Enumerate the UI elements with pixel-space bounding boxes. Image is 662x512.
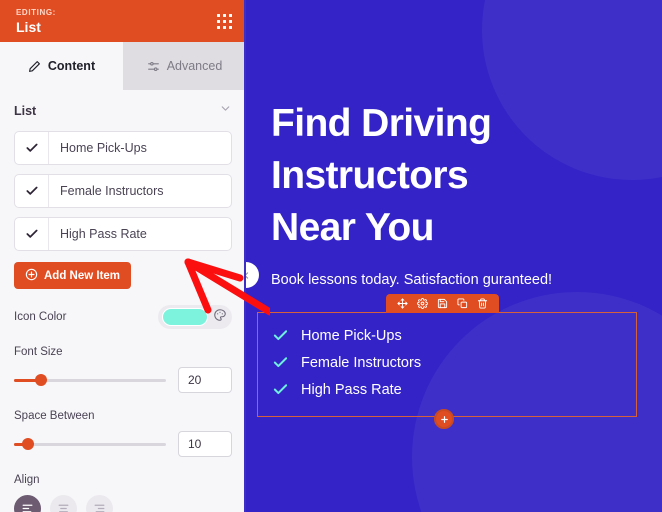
preview-list-label: Home Pick-Ups — [301, 327, 402, 344]
list-item-row[interactable]: Female Instructors — [14, 174, 232, 208]
space-between-control: Space Between — [14, 410, 232, 457]
align-options — [14, 495, 232, 512]
collapse-panel-button[interactable] — [246, 262, 259, 288]
list-block-selected[interactable]: Home Pick-Ups Female Instructors High Pa… — [257, 312, 637, 417]
check-icon — [272, 381, 289, 398]
font-size-control: Font Size — [14, 346, 232, 393]
icon-color-picker[interactable] — [158, 305, 232, 329]
font-size-input[interactable] — [178, 367, 232, 393]
preview-list-item: High Pass Rate — [272, 381, 636, 398]
panel-tabs: Content Advanced — [0, 42, 246, 90]
font-size-slider[interactable] — [14, 373, 166, 387]
panel-body: List Home Pick-Ups Female Instructors Hi… — [0, 90, 246, 512]
add-block-button[interactable] — [434, 409, 454, 429]
add-new-item-button[interactable]: Add New Item — [14, 262, 132, 289]
editing-label: EDITING: — [16, 7, 56, 17]
move-icon[interactable] — [397, 298, 408, 309]
align-center-button[interactable] — [50, 495, 77, 512]
add-new-item-label: Add New Item — [44, 269, 121, 282]
tab-content-label: Content — [47, 59, 96, 73]
check-icon[interactable] — [15, 175, 49, 207]
section-title: List — [14, 104, 37, 118]
preview-list-label: High Pass Rate — [301, 381, 402, 398]
list-item-label[interactable]: High Pass Rate — [49, 218, 231, 250]
list-items-group: Home Pick-Ups Female Instructors High Pa… — [14, 131, 232, 251]
block-toolbar — [386, 294, 499, 313]
panel-header: EDITING: List — [0, 0, 246, 42]
editing-info: EDITING: List — [16, 7, 56, 35]
check-icon — [272, 354, 289, 371]
editing-title: List — [16, 18, 41, 35]
palette-icon[interactable] — [213, 308, 227, 327]
list-item-label[interactable]: Female Instructors — [49, 175, 231, 207]
space-between-slider[interactable] — [14, 437, 166, 451]
check-icon[interactable] — [15, 132, 49, 164]
pencil-icon — [28, 60, 41, 73]
align-control: Align — [14, 474, 232, 512]
list-item-row[interactable]: Home Pick-Ups — [14, 131, 232, 165]
section-header-list[interactable]: List — [14, 90, 232, 128]
sliders-icon — [147, 60, 160, 73]
gear-icon[interactable] — [417, 298, 428, 309]
slider-handle[interactable] — [21, 438, 34, 450]
list-item-label[interactable]: Home Pick-Ups — [49, 132, 231, 164]
preview-canvas: Find Driving Instructors Near You Book l… — [246, 0, 662, 512]
icon-color-row: Icon Color — [14, 305, 232, 329]
plus-circle-icon — [25, 268, 38, 284]
list-item-row[interactable]: High Pass Rate — [14, 217, 232, 251]
space-between-label: Space Between — [14, 410, 95, 422]
page-subtitle: Book lessons today. Satisfaction gurante… — [271, 272, 553, 288]
slider-handle[interactable] — [35, 374, 48, 386]
trash-icon[interactable] — [477, 298, 488, 309]
settings-panel: EDITING: List Content Advanced List Home… — [0, 0, 246, 512]
color-swatch[interactable] — [162, 308, 208, 326]
editor-screen: EDITING: List Content Advanced List Home… — [0, 0, 662, 512]
grid-dots-icon[interactable] — [217, 13, 232, 29]
preview-list-label: Female Instructors — [301, 354, 422, 371]
tab-content[interactable]: Content — [0, 42, 123, 90]
slider-track — [14, 442, 166, 446]
page-title: Find Driving Instructors Near You — [271, 102, 492, 249]
chevron-down-icon[interactable] — [219, 102, 232, 120]
icon-color-label: Icon Color — [14, 311, 67, 323]
duplicate-icon[interactable] — [457, 298, 468, 309]
align-left-button[interactable] — [14, 495, 41, 512]
font-size-label: Font Size — [14, 346, 63, 358]
save-icon[interactable] — [437, 298, 448, 309]
check-icon — [272, 327, 289, 344]
tab-advanced[interactable]: Advanced — [123, 42, 246, 90]
preview-list-item: Female Instructors — [272, 354, 636, 371]
align-label: Align — [14, 474, 40, 486]
preview-list-item: Home Pick-Ups — [272, 327, 636, 344]
align-right-button[interactable] — [86, 495, 113, 512]
space-between-line — [14, 431, 232, 457]
font-size-line — [14, 367, 232, 393]
space-between-input[interactable] — [178, 431, 232, 457]
tab-advanced-label: Advanced — [166, 59, 223, 73]
check-icon[interactable] — [15, 218, 49, 250]
decorative-circle-top-right — [482, 0, 662, 180]
